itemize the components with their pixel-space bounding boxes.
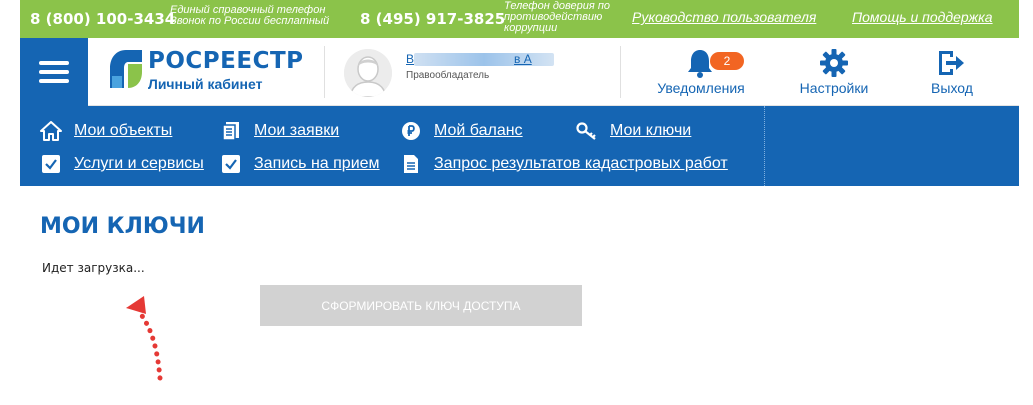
menu-divider [764,106,765,186]
ruble-icon [400,120,422,142]
notifications-button[interactable]: 2 Уведомления [650,46,752,102]
avatar[interactable] [344,49,392,97]
user-name-redacted [414,53,555,67]
logo-subtitle: Личный кабинет [148,76,263,92]
user-avatar-icon [344,49,392,97]
logo[interactable]: РОСРЕЕСТР Личный кабинет [108,46,328,98]
nav-label: Мои ключи [610,122,692,139]
checkbox-icon [220,153,242,175]
top-info-bar: 8 (800) 100-3434 Единый справочный телеф… [20,0,1019,38]
page-title: МОИ КЛЮЧИ [40,214,205,239]
hotline-note-line2: Звонок по России бесплатный [170,15,330,27]
nav-services[interactable]: Услуги и сервисы [40,153,204,175]
settings-button[interactable]: Настройки [786,46,882,102]
help-support-link[interactable]: Помощь и поддержка [852,9,993,25]
document-icon [400,153,422,175]
gear-icon [820,49,848,77]
nav-label: Мои заявки [254,122,340,139]
nav-label: Запрос результатов кадастровых работ [434,155,728,172]
header-separator [324,46,325,98]
nav-cadastral-request[interactable]: Запрос результатов кадастровых работ [400,153,728,175]
user-role: Правообладатель [406,70,490,81]
user-guide-link[interactable]: Руководство пользователя [632,9,816,25]
burger-line [39,61,69,65]
header-separator [620,46,621,98]
annotation-arrow-icon [126,296,163,381]
home-icon [40,120,62,142]
notifications-label: Уведомления [657,80,745,96]
trust-phone-note: Телефон доверия по противодействию корру… [504,1,610,34]
header: РОСРЕЕСТР Личный кабинет Вв А Правооблад… [20,38,1019,106]
nav-label: Услуги и сервисы [74,155,204,172]
burger-line [39,79,69,83]
menu-toggle-button[interactable] [20,38,88,106]
nav-my-balance[interactable]: Мой баланс [400,120,523,142]
user-name-link[interactable]: Вв А [406,52,555,67]
logout-button[interactable]: Выход [914,46,990,102]
documents-icon [220,120,242,142]
nav-label: Мои объекты [74,122,173,139]
logo-name: РОСРЕЕСТР [148,48,304,74]
checkbox-icon [40,153,62,175]
nav-label: Запись на прием [254,155,380,172]
nav-my-requests[interactable]: Мои заявки [220,120,339,142]
user-name-mid: в А [514,52,532,66]
burger-line [39,70,69,74]
nav-appointment[interactable]: Запись на прием [220,153,380,175]
generate-access-key-button[interactable]: Сформировать ключ доступа [260,285,582,326]
logout-icon [939,51,964,75]
nav-label: Мой баланс [434,122,523,139]
hotline-note: Единый справочный телефон Звонок по Росс… [170,5,329,27]
user-name-start: В [406,52,415,66]
rosreestr-logo-icon [110,50,142,88]
key-icon [576,120,598,142]
hotline-phone[interactable]: 8 (800) 100-3434 [30,10,175,28]
loading-status: Идет загрузка... [42,261,145,275]
nav-my-keys[interactable]: Мои ключи [576,120,691,142]
trust-note-line3: коррупции [504,22,558,34]
settings-label: Настройки [799,80,869,96]
nav-my-objects[interactable]: Мои объекты [40,120,172,142]
trust-phone[interactable]: 8 (495) 917-3825 [360,10,505,28]
logout-label: Выход [931,80,973,96]
notifications-count-badge: 2 [710,52,744,70]
main-navigation: Мои объекты Мои заявки Мой баланс Мои кл… [20,106,1019,186]
